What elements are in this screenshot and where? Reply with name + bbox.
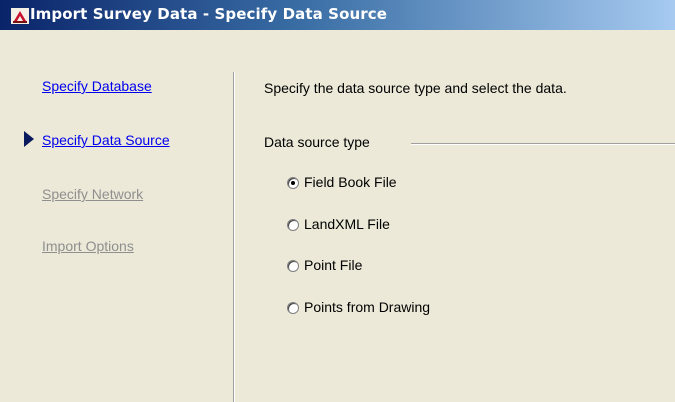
wizard-navigation: Specify Database Specify Data Source Spe…: [0, 30, 233, 402]
import-survey-data-dialog: Import Survey Data - Specify Data Source…: [0, 0, 675, 402]
nav-specify-database[interactable]: Specify Database: [42, 78, 152, 94]
radio-label[interactable]: Field Book File: [304, 174, 397, 190]
current-step-arrow-icon: [24, 131, 34, 147]
instruction-text: Specify the data source type and select …: [264, 80, 567, 96]
window-title: Import Survey Data - Specify Data Source: [30, 5, 388, 23]
radio-button-icon[interactable]: [287, 302, 299, 314]
title-bar[interactable]: Import Survey Data - Specify Data Source: [0, 0, 675, 30]
app-icon: [11, 8, 29, 24]
data-source-panel: Specify the data source type and select …: [236, 30, 675, 402]
radio-button-icon[interactable]: [287, 219, 299, 231]
radio-label[interactable]: LandXML File: [304, 216, 390, 232]
nav-specify-data-source[interactable]: Specify Data Source: [42, 132, 170, 148]
radio-label[interactable]: Points from Drawing: [304, 299, 430, 315]
panel-divider: [233, 72, 234, 402]
radio-label[interactable]: Point File: [304, 257, 362, 273]
nav-specify-network: Specify Network: [42, 186, 144, 202]
radio-selected-dot-icon: [291, 181, 295, 185]
nav-import-options: Import Options: [42, 238, 134, 254]
group-separator-line: [411, 143, 675, 144]
radio-button-icon[interactable]: [287, 177, 299, 189]
radio-button-icon[interactable]: [287, 260, 299, 272]
data-source-type-group-label: Data source type: [264, 134, 370, 150]
